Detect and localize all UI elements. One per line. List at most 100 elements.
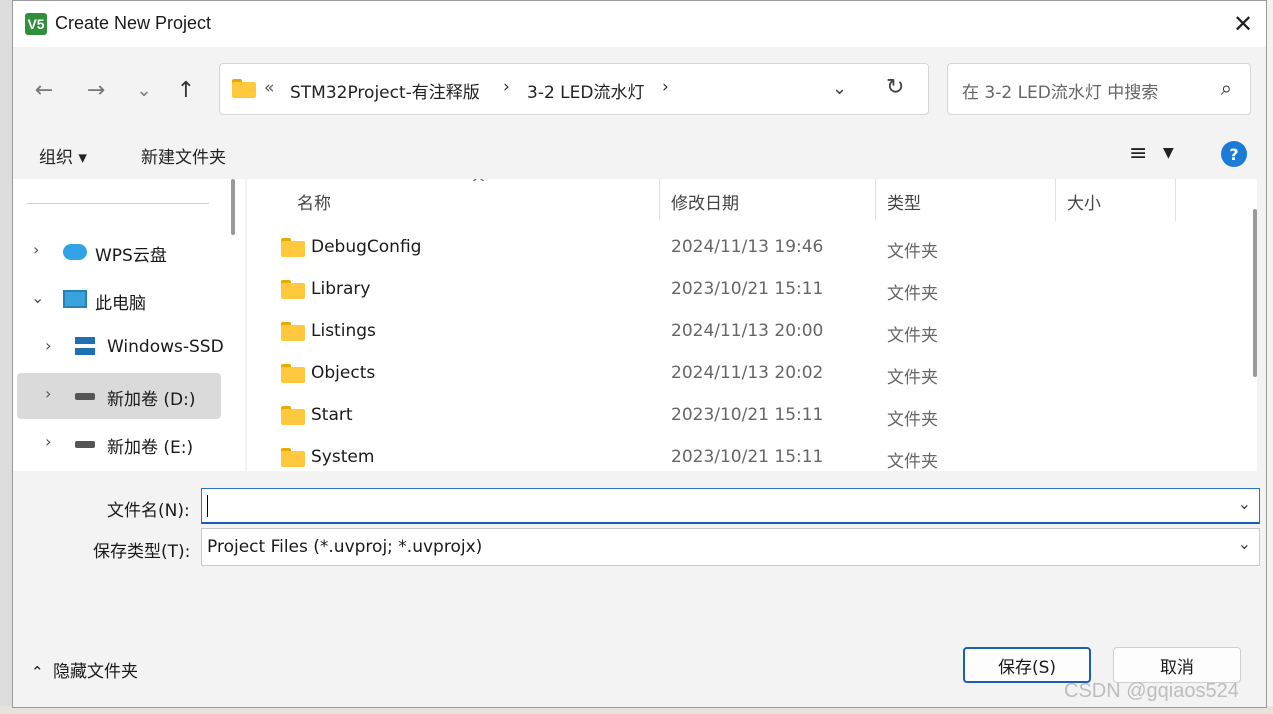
column-header-name[interactable]: 名称 — [297, 189, 331, 214]
help-icon[interactable]: ? — [1221, 141, 1247, 167]
file-type: 文件夹 — [887, 326, 938, 346]
folder-icon — [232, 79, 256, 98]
file-date: 2023/10/21 15:11 — [671, 405, 824, 425]
up-arrow-icon[interactable]: ↑ — [171, 75, 201, 105]
file-list-scrollbar[interactable] — [1253, 209, 1257, 377]
folder-icon — [281, 322, 305, 341]
back-arrow-icon[interactable]: ← — [29, 75, 59, 105]
column-separator[interactable] — [875, 179, 876, 221]
expand-chevron-icon[interactable]: › — [45, 432, 51, 451]
sort-ascending-icon: ^ — [471, 179, 487, 194]
file-row[interactable]: Start 2023/10/21 15:11 文件夹 — [247, 395, 1247, 437]
file-list: ^ 名称 修改日期 类型 大小 DebugConfig 2024/11/13 1… — [247, 179, 1257, 471]
file-row[interactable]: System 2023/10/21 15:11 文件夹 — [247, 437, 1247, 471]
hide-folders-toggle[interactable]: ⌃ 隐藏文件夹 — [31, 657, 138, 682]
file-type: 文件夹 — [887, 368, 938, 388]
breadcrumb-overflow[interactable]: « — [264, 78, 274, 98]
sidebar-item-label: WPS云盘 — [95, 246, 167, 266]
filetype-label: 保存类型(T): — [93, 542, 191, 562]
drive-icon — [75, 441, 95, 448]
cloud-icon — [63, 244, 87, 260]
sidebar-item-label: Windows-SSD — [107, 337, 224, 357]
search-input[interactable]: 在 3-2 LED流水灯 中搜索 — [962, 78, 1158, 103]
filetype-value: Project Files (*.uvproj; *.uvprojx) — [207, 537, 483, 557]
divider — [27, 203, 209, 204]
file-row[interactable]: Objects 2024/11/13 20:02 文件夹 — [247, 353, 1247, 395]
navigation-bar: ← → ⌄ ↑ « STM32Project-有注释版 › 3-2 LED流水灯… — [13, 47, 1266, 131]
column-separator[interactable] — [1055, 179, 1056, 221]
organize-menu[interactable]: 组织 ▾ — [39, 143, 87, 168]
file-type: 文件夹 — [887, 284, 938, 304]
column-separator[interactable] — [659, 179, 660, 221]
window-title: Create New Project — [55, 13, 212, 33]
sidebar-item-drive-d[interactable]: › 新加卷 (D:) — [17, 373, 221, 419]
column-header-size[interactable]: 大小 — [1067, 189, 1101, 214]
navigation-scrollbar[interactable] — [231, 179, 235, 235]
expand-chevron-icon[interactable]: › — [45, 384, 51, 403]
search-icon[interactable]: ⌕ — [1221, 76, 1232, 100]
breadcrumb-separator[interactable]: › — [503, 77, 510, 97]
sidebar-item-drive-e[interactable]: › 新加卷 (E:) — [13, 421, 245, 467]
file-type: 文件夹 — [887, 242, 938, 262]
text-caret — [207, 495, 208, 517]
file-type: 文件夹 — [887, 410, 938, 430]
hide-folders-label: 隐藏文件夹 — [53, 662, 138, 682]
sidebar-item-windows-ssd[interactable]: › Windows-SSD — [13, 325, 245, 371]
file-date: 2023/10/21 15:11 — [671, 447, 824, 467]
file-row[interactable]: Listings 2024/11/13 20:00 文件夹 — [247, 311, 1247, 353]
cancel-button[interactable]: 取消 — [1113, 647, 1241, 683]
expand-chevron-icon[interactable]: › — [45, 336, 51, 355]
column-separator[interactable] — [1175, 179, 1176, 221]
create-project-dialog: V5 Create New Project ✕ ← → ⌄ ↑ « STM32P… — [12, 0, 1267, 708]
filename-input[interactable]: ⌄ — [201, 488, 1260, 524]
sidebar-item-wps-cloud[interactable]: › WPS云盘 — [13, 229, 245, 275]
breadcrumb-separator[interactable]: › — [662, 77, 669, 97]
new-folder-button[interactable]: 新建文件夹 — [141, 143, 226, 168]
filename-label: 文件名(N): — [107, 501, 190, 521]
watermark: CSDN @gqiaos524 — [1064, 680, 1239, 702]
chevron-down-icon[interactable]: ⌄ — [1238, 494, 1251, 513]
sidebar-item-label: 新加卷 (E:) — [107, 438, 194, 458]
column-header-date[interactable]: 修改日期 — [671, 189, 739, 214]
file-name: Objects — [311, 363, 376, 383]
sidebar-item-label: 此电脑 — [95, 294, 146, 314]
folder-icon — [281, 280, 305, 299]
expand-chevron-icon[interactable]: › — [33, 240, 39, 259]
drive-icon — [75, 393, 95, 400]
folder-icon — [281, 238, 305, 257]
column-header-type[interactable]: 类型 — [887, 189, 921, 214]
computer-icon — [63, 290, 87, 308]
close-button[interactable]: ✕ — [1220, 1, 1266, 47]
save-button[interactable]: 保存(S) — [963, 647, 1091, 683]
view-dropdown-icon[interactable]: ▼ — [1163, 145, 1174, 161]
search-box[interactable]: 在 3-2 LED流水灯 中搜索 ⌕ — [947, 63, 1251, 115]
sidebar-item-label: 新加卷 (D:) — [107, 390, 196, 410]
folder-icon — [281, 364, 305, 383]
filetype-select[interactable]: Project Files (*.uvproj; *.uvprojx) ⌄ — [201, 528, 1260, 566]
address-bar[interactable]: « STM32Project-有注释版 › 3-2 LED流水灯 › ⌄ ↻ — [219, 63, 929, 115]
file-name: Library — [311, 279, 371, 299]
navigation-pane: › WPS云盘 ⌄ 此电脑 › Windows-SSD › 新加卷 (D:) ›… — [13, 179, 245, 471]
file-name: DebugConfig — [311, 237, 422, 257]
file-date: 2024/11/13 20:02 — [671, 363, 824, 383]
forward-arrow-icon[interactable]: → — [81, 75, 111, 105]
sidebar-item-this-pc[interactable]: ⌄ 此电脑 — [13, 277, 245, 323]
view-options-icon[interactable]: ≡ — [1129, 141, 1147, 166]
breadcrumb-item[interactable]: 3-2 LED流水灯 — [527, 78, 644, 103]
folder-icon — [281, 448, 305, 467]
refresh-icon[interactable]: ↻ — [886, 75, 904, 100]
folder-icon — [281, 406, 305, 425]
collapse-chevron-icon[interactable]: ⌄ — [31, 288, 44, 307]
file-name: Listings — [311, 321, 376, 341]
chevron-down-icon[interactable]: ⌄ — [1238, 534, 1251, 553]
file-date: 2023/10/21 15:11 — [671, 279, 824, 299]
file-row[interactable]: Library 2023/10/21 15:11 文件夹 — [247, 269, 1247, 311]
file-row[interactable]: DebugConfig 2024/11/13 19:46 文件夹 — [247, 227, 1247, 269]
file-name: System — [311, 447, 375, 467]
breadcrumb-item[interactable]: STM32Project-有注释版 — [290, 78, 480, 103]
drive-icon — [75, 337, 95, 355]
file-type: 文件夹 — [887, 452, 938, 471]
address-dropdown-icon[interactable]: ⌄ — [832, 78, 847, 99]
keil-app-icon: V5 — [25, 13, 47, 35]
recent-locations-chevron-icon[interactable]: ⌄ — [129, 75, 159, 105]
